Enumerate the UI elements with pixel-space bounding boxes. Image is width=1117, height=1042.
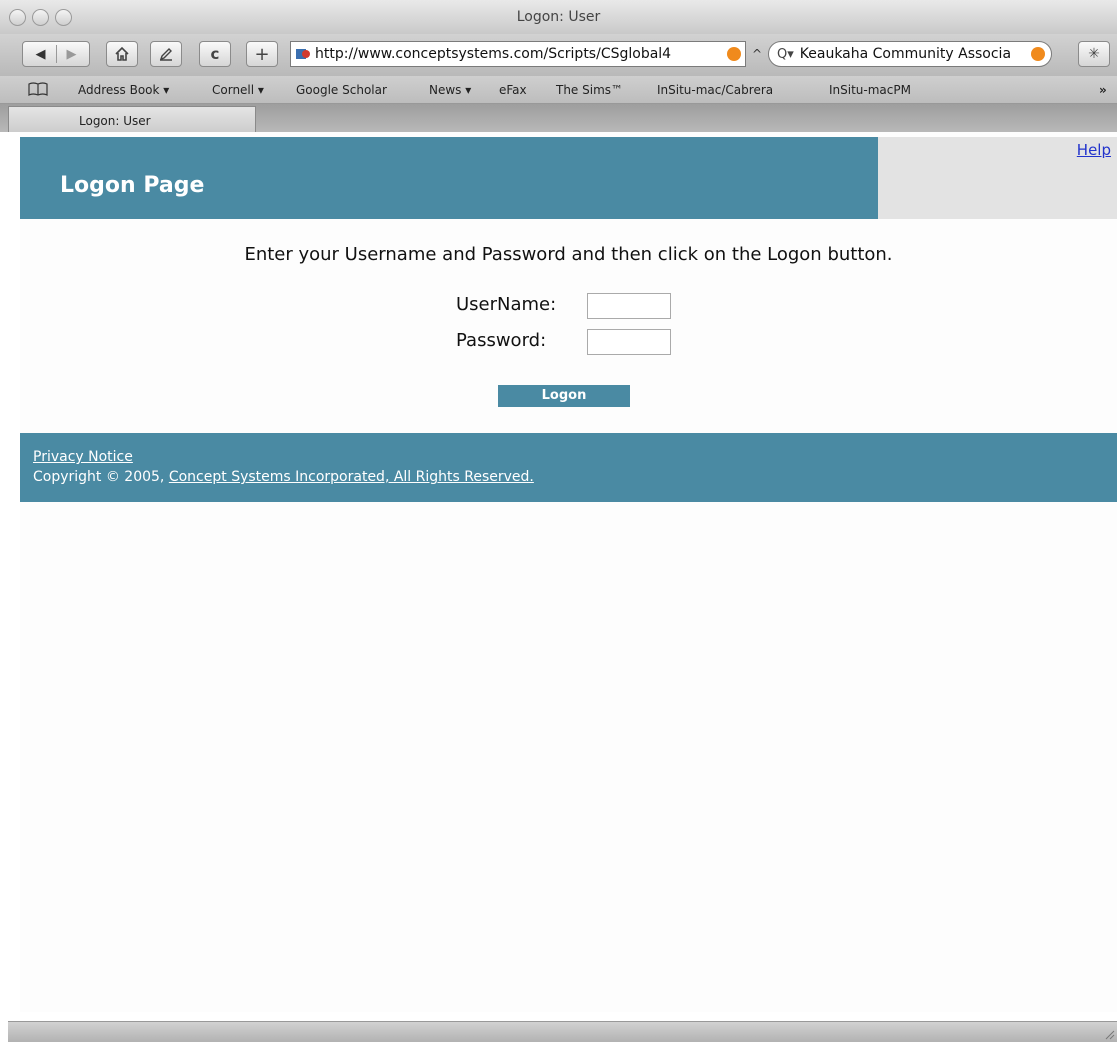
bug-icon: ✳: [1088, 46, 1100, 62]
tab-label: Logon: User: [79, 114, 151, 128]
page-title: Logon Page: [60, 173, 205, 198]
bookmark-insitu-mac-cabrera[interactable]: InSitu-mac/Cabrera: [657, 83, 773, 97]
bookmark-address-book[interactable]: Address Book ▾: [78, 83, 169, 97]
search-field[interactable]: Q▾ Keaukaha Community Associa: [768, 41, 1052, 67]
bookmarks-bar: Address Book ▾ Cornell ▾ Google Scholar …: [0, 76, 1117, 104]
home-button[interactable]: [106, 41, 138, 67]
forward-arrow-icon[interactable]: ▶: [67, 47, 77, 62]
snapback-caret-icon[interactable]: ^: [752, 47, 762, 61]
window-title: Logon: User: [516, 9, 601, 25]
resize-grip-icon[interactable]: [1103, 1028, 1115, 1040]
title-bar: Logon: User: [0, 0, 1117, 34]
edit-button[interactable]: [150, 41, 182, 67]
bookmark-google-scholar[interactable]: Google Scholar: [296, 83, 387, 97]
back-arrow-icon[interactable]: ◀: [36, 47, 46, 62]
reload-button[interactable]: c: [199, 41, 231, 67]
logon-button[interactable]: Logon: [498, 385, 630, 407]
copyright-text: Copyright © 2005, Concept Systems Incorp…: [33, 469, 534, 485]
privacy-notice-link[interactable]: Privacy Notice: [33, 449, 133, 465]
help-panel: Help: [878, 137, 1117, 219]
back-forward-buttons[interactable]: ◀ ▶: [22, 41, 90, 67]
logon-instructions: Enter your Username and Password and the…: [244, 244, 893, 265]
username-input[interactable]: [587, 293, 671, 319]
site-favicon: [296, 49, 310, 59]
bookmark-efax[interactable]: eFax: [499, 83, 527, 97]
tab-bar: Logon: User: [0, 104, 1117, 132]
username-label: UserName:: [456, 294, 557, 315]
bookmark-cornell[interactable]: Cornell ▾: [212, 83, 264, 97]
bookmark-news[interactable]: News ▾: [429, 83, 471, 97]
book-icon[interactable]: [28, 82, 48, 96]
bookmarks-overflow-icon[interactable]: »: [1099, 83, 1107, 97]
add-bookmark-button[interactable]: +: [246, 41, 278, 67]
address-bar[interactable]: http://www.conceptsystems.com/Scripts/CS…: [290, 41, 746, 67]
password-input[interactable]: [587, 329, 671, 355]
status-bar: [8, 1021, 1117, 1042]
reload-icon: c: [210, 45, 220, 63]
plus-icon: +: [254, 43, 270, 65]
password-label: Password:: [456, 330, 547, 351]
search-icon[interactable]: Q▾: [777, 47, 794, 62]
page-header: Logon Page: [20, 137, 878, 219]
search-text: Keaukaha Community Associa: [799, 46, 1012, 62]
company-link[interactable]: Concept Systems Incorporated, All Rights…: [169, 469, 534, 485]
pencil-icon: [159, 48, 172, 61]
tab-logon-user[interactable]: Logon: User: [8, 106, 256, 132]
bookmark-the-sims[interactable]: The Sims™: [556, 83, 623, 97]
rss-icon[interactable]: [727, 47, 741, 61]
help-link[interactable]: Help: [1077, 141, 1111, 159]
toolbar: ◀ ▶ c + http://www.conceptsystems.com/Sc…: [0, 34, 1117, 76]
clear-search-icon[interactable]: [1031, 47, 1045, 61]
page-footer: Privacy Notice Copyright © 2005, Concept…: [20, 433, 1117, 502]
web-page: Logon Page Help Enter your Username and …: [20, 132, 1117, 1012]
bug-report-button[interactable]: ✳: [1078, 41, 1110, 67]
bookmark-insitu-macpm[interactable]: InSitu-macPM: [829, 83, 911, 97]
copyright-prefix: Copyright © 2005,: [33, 469, 169, 485]
home-icon: [115, 46, 129, 61]
url-text: http://www.conceptsystems.com/Scripts/CS…: [315, 46, 672, 62]
browser-window: Logon: User ◀ ▶ c + http://www.conceptsy…: [0, 0, 1117, 1042]
